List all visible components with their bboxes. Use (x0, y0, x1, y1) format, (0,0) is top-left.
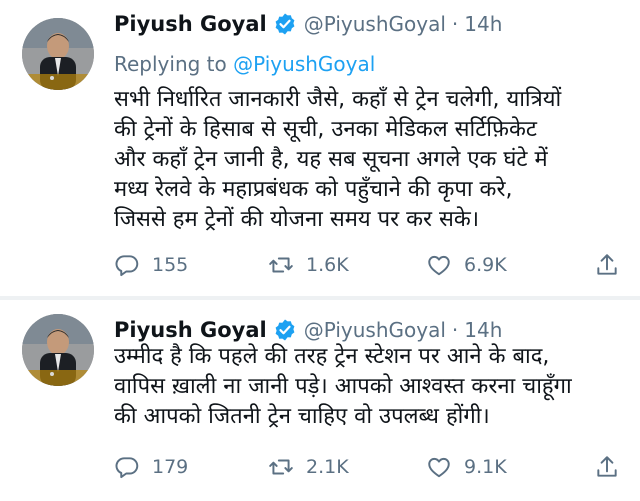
like-count: 9.1K (464, 456, 507, 478)
retweet-icon (269, 459, 293, 475)
replying-mention-link[interactable]: @PiyushGoyal (233, 52, 375, 76)
author-name[interactable]: Piyush Goyal (114, 318, 267, 342)
separator-dot: · (451, 12, 459, 36)
reply-count: 179 (152, 456, 189, 478)
tweet-text: सभी निर्धारित जानकारी जैसे, कहाँ से ट्रे… (114, 87, 562, 232)
share-button[interactable] (594, 252, 632, 278)
retweet-icon (269, 257, 293, 273)
tweet-header: Piyush Goyal @PiyushGoyal · 14h (114, 8, 502, 40)
avatar[interactable] (22, 314, 94, 386)
reply-count: 155 (152, 254, 189, 276)
reply-button[interactable]: 179 (114, 454, 188, 480)
tweet-actions: 155 1.6K 6.9K (114, 250, 624, 280)
tweet-1[interactable]: Piyush Goyal @PiyushGoyal · 14h Replying… (0, 0, 640, 296)
share-icon (597, 254, 617, 275)
like-count: 6.9K (464, 254, 507, 276)
verified-icon (275, 13, 295, 35)
avatar-photo (22, 18, 94, 90)
separator-dot: · (451, 318, 459, 342)
replying-to: Replying to @PiyushGoyal (114, 52, 375, 76)
retweet-button[interactable]: 2.1K (268, 454, 349, 480)
timestamp[interactable]: 14h (464, 12, 502, 36)
reply-icon (115, 255, 139, 277)
timestamp[interactable]: 14h (464, 318, 502, 342)
verified-icon (275, 319, 295, 341)
reply-icon (115, 457, 139, 479)
tweet-text: उम्मीद है कि पहले की तरह ट्रेन स्टेशन पर… (114, 344, 572, 429)
replying-prefix: Replying to (114, 52, 227, 76)
author-handle[interactable]: @PiyushGoyal (304, 318, 446, 342)
tweet-actions: 179 2.1K 9.1K (114, 452, 624, 482)
like-icon (428, 255, 450, 276)
retweet-button[interactable]: 1.6K (268, 252, 349, 278)
share-icon (597, 456, 617, 477)
share-button[interactable] (594, 454, 632, 480)
avatar-photo (22, 314, 94, 386)
like-icon (428, 457, 450, 478)
author-name[interactable]: Piyush Goyal (114, 12, 267, 36)
like-button[interactable]: 6.9K (426, 252, 507, 278)
reply-button[interactable]: 155 (114, 252, 188, 278)
author-handle[interactable]: @PiyushGoyal (304, 12, 446, 36)
like-button[interactable]: 9.1K (426, 454, 507, 480)
retweet-count: 2.1K (306, 456, 349, 478)
retweet-count: 1.6K (306, 254, 349, 276)
avatar[interactable] (22, 18, 94, 90)
